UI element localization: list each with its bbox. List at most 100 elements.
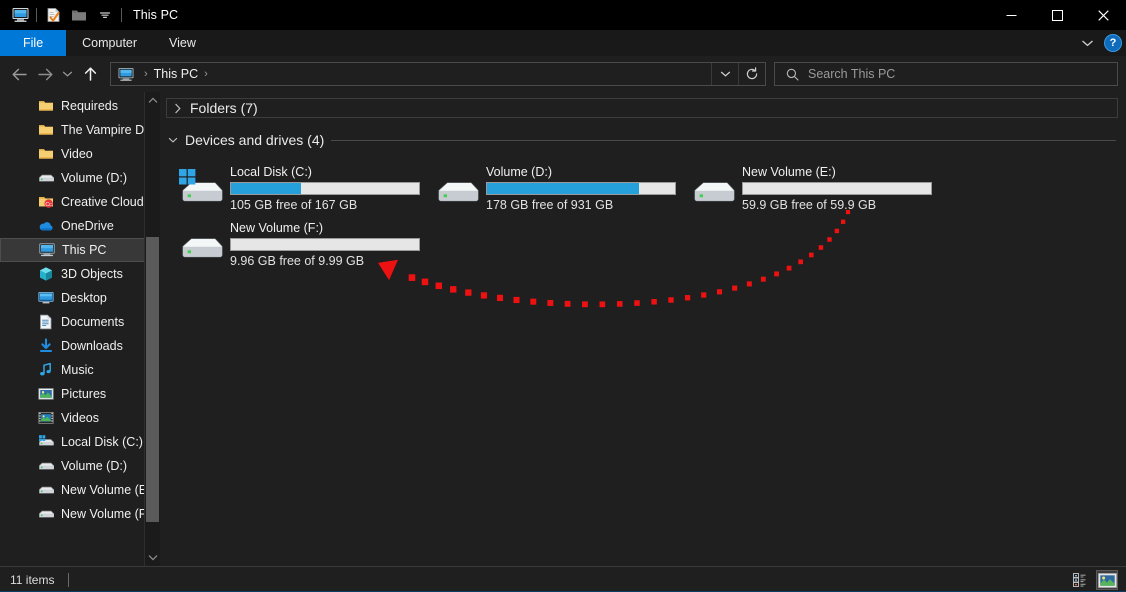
search-input[interactable]: Search This PC	[808, 67, 895, 81]
sidebar-item-downloads[interactable]: Downloads	[0, 334, 160, 358]
breadcrumb-separator-0[interactable]: ›	[144, 68, 148, 80]
drive-tile[interactable]: New Volume (E:) 59.9 GB free of 59.9 GB	[686, 160, 942, 216]
drive-capacity-bar	[230, 238, 420, 251]
search-icon	[786, 68, 799, 81]
sidebar-item-documents[interactable]: Documents	[0, 310, 160, 334]
new-folder-icon[interactable]	[66, 3, 92, 27]
group-title-devices: Devices and drives (4)	[185, 132, 325, 148]
group-header-devices[interactable]: Devices and drives (4)	[160, 126, 1126, 154]
sidebar-item-3d-objects[interactable]: 3D Objects	[0, 262, 160, 286]
this-pc-icon	[39, 242, 55, 258]
back-button[interactable]	[6, 61, 32, 87]
search-box[interactable]: Search This PC	[774, 62, 1118, 86]
pictures-icon	[38, 386, 54, 402]
drive-tile-body: Local Disk (C:) 105 GB free of 167 GB	[230, 162, 430, 212]
sidebar-item-creative-cloud-fil[interactable]: Cc Creative Cloud Fil	[0, 190, 160, 214]
sidebar-item-local-disk-c[interactable]: Local Disk (C:)	[0, 430, 160, 454]
this-pc-icon	[118, 67, 134, 82]
file-list-pane[interactable]: Folders (7) Devices and drives (4) Local…	[160, 92, 1126, 566]
large-icons-view-button[interactable]	[1096, 570, 1118, 590]
sidebar-item-volume-d[interactable]: Volume (D:)	[0, 166, 160, 190]
sidebar-item-new-volume-e[interactable]: New Volume (E:)	[0, 478, 160, 502]
drive-icon	[38, 506, 54, 522]
customize-quick-access-chevron[interactable]	[92, 3, 118, 27]
sidebar-item-label: Video	[61, 147, 93, 161]
drive-icon	[38, 170, 54, 186]
drive-icon	[174, 218, 230, 266]
this-pc-icon[interactable]	[7, 3, 33, 27]
sidebar-item-onedrive[interactable]: OneDrive	[0, 214, 160, 238]
sidebar-item-label: This PC	[62, 243, 107, 257]
sidebar-item-label: The Vampire Dia	[61, 123, 154, 137]
drive-tile[interactable]: Volume (D:) 178 GB free of 931 GB	[430, 160, 686, 216]
nav-pane-scrollbar[interactable]	[145, 92, 160, 566]
sidebar-item-requireds[interactable]: Requireds	[0, 94, 160, 118]
view-mode-buttons	[1070, 567, 1118, 592]
maximize-button[interactable]	[1034, 0, 1080, 30]
chevron-down-icon[interactable]	[1076, 39, 1098, 48]
drive-icon	[38, 482, 54, 498]
creative-cloud-icon: Cc	[38, 194, 54, 210]
videos-icon	[38, 410, 54, 426]
svg-text:Cc: Cc	[45, 202, 52, 208]
drive-icon	[686, 162, 742, 210]
drive-capacity-fill	[231, 183, 301, 194]
up-button[interactable]	[76, 61, 104, 87]
minimize-button[interactable]	[988, 0, 1034, 30]
close-button[interactable]	[1080, 0, 1126, 30]
drive-name: Local Disk (C:)	[230, 165, 312, 179]
breadcrumb-bar[interactable]: › This PC ›	[110, 62, 766, 86]
sidebar-item-video[interactable]: Video	[0, 142, 160, 166]
sidebar-item-label: New Volume (E:)	[61, 483, 155, 497]
item-count-label: 11 items	[10, 572, 55, 587]
drive-tile-body: New Volume (F:) 9.96 GB free of 9.99 GB	[230, 218, 430, 268]
sidebar-item-new-volume-f[interactable]: New Volume (F:)	[0, 502, 160, 526]
breadcrumb-separator-1[interactable]: ›	[204, 68, 208, 80]
quick-access-toolbar	[0, 0, 125, 30]
downloads-icon	[38, 338, 54, 354]
status-divider	[68, 572, 70, 587]
group-divider-line	[331, 139, 1116, 141]
tab-file[interactable]: File	[0, 30, 67, 56]
forward-button[interactable]	[32, 61, 58, 87]
scroll-down-arrow-icon[interactable]	[145, 549, 160, 566]
ribbon-right-controls: ?	[1076, 30, 1122, 56]
drive-capacity-bar	[486, 182, 676, 195]
chevron-down-icon[interactable]	[168, 136, 178, 144]
drive-free-space-label: 178 GB free of 931 GB	[486, 198, 614, 212]
breadcrumb-this-pc[interactable]: This PC	[153, 67, 199, 81]
sidebar-item-videos[interactable]: Videos	[0, 406, 160, 430]
tab-view[interactable]: View	[153, 30, 212, 56]
scroll-up-arrow-icon[interactable]	[145, 92, 160, 109]
drive-free-space-label: 9.96 GB free of 9.99 GB	[230, 254, 365, 268]
chevron-right-icon[interactable]	[173, 103, 183, 114]
address-dropdown-button[interactable]	[711, 63, 738, 85]
navigation-tree: Requireds The Vampire Dia Video Volume (D:)…	[0, 92, 160, 526]
sidebar-item-desktop[interactable]: Desktop	[0, 286, 160, 310]
group-folders-box[interactable]: Folders (7)	[166, 98, 1118, 118]
sidebar-item-volume-d[interactable]: Volume (D:)	[0, 454, 160, 478]
sidebar-item-pictures[interactable]: Pictures	[0, 382, 160, 406]
sidebar-item-music[interactable]: Music	[0, 358, 160, 382]
sidebar-item-label: Desktop	[61, 291, 107, 305]
tab-computer[interactable]: Computer	[66, 30, 153, 56]
breadcrumb-tools	[711, 63, 765, 85]
refresh-button[interactable]	[738, 63, 765, 85]
sidebar-item-label: Downloads	[61, 339, 123, 353]
status-bar: 11 items	[0, 566, 1126, 592]
drive-icon	[430, 162, 486, 210]
recent-locations-button[interactable]	[58, 61, 76, 87]
windows-drive-icon	[38, 434, 54, 450]
details-view-button[interactable]	[1070, 570, 1092, 590]
sidebar-item-label: New Volume (F:)	[61, 507, 155, 521]
drive-tile[interactable]: New Volume (F:) 9.96 GB free of 9.99 GB	[174, 216, 430, 272]
properties-icon[interactable]	[40, 3, 66, 27]
onedrive-icon	[38, 218, 54, 234]
sidebar-item-the-vampire-dia[interactable]: The Vampire Dia	[0, 118, 160, 142]
drive-tile[interactable]: Local Disk (C:) 105 GB free of 167 GB	[174, 160, 430, 216]
scrollbar-thumb[interactable]	[146, 237, 159, 522]
sidebar-item-this-pc[interactable]: This PC	[0, 238, 160, 262]
navigation-pane: Requireds The Vampire Dia Video Volume (D:)…	[0, 92, 160, 566]
drive-tile-body: Volume (D:) 178 GB free of 931 GB	[486, 162, 686, 212]
help-icon[interactable]: ?	[1104, 34, 1122, 52]
